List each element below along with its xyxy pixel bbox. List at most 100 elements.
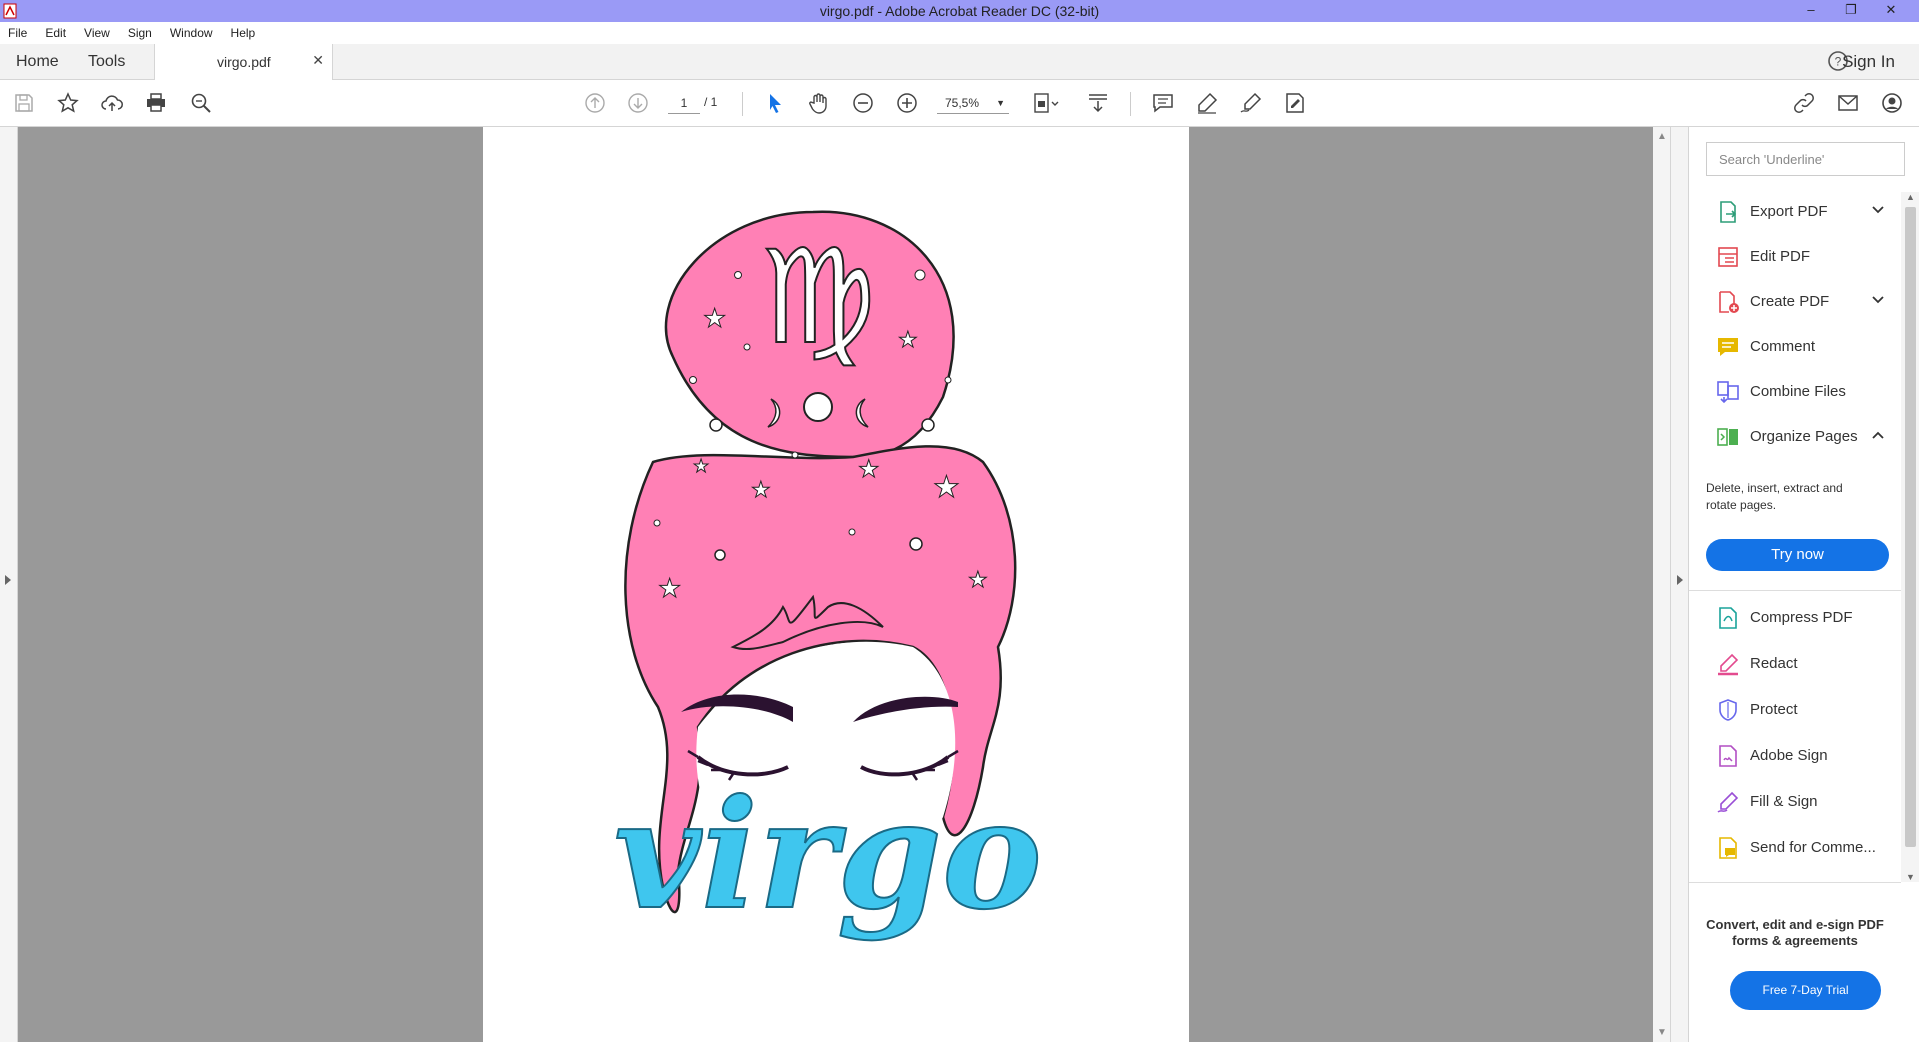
window-titlebar: virgo.pdf - Adobe Acrobat Reader DC (32-… bbox=[0, 0, 1919, 22]
protect-icon bbox=[1719, 699, 1737, 721]
pdf-page[interactable]: ♍ ★ ★ ★ ★ ★ ★ ★ ★ virgo bbox=[483, 127, 1189, 1042]
combine-files-icon bbox=[1717, 381, 1739, 404]
tool-send-for-comment[interactable]: Send for Comme... bbox=[1689, 828, 1901, 868]
fill-sign-icon bbox=[1717, 791, 1739, 813]
tool-label: Organize Pages bbox=[1750, 428, 1858, 445]
tool-combine-files[interactable]: Combine Files bbox=[1689, 372, 1901, 412]
scroll-up-icon[interactable]: ▲ bbox=[1906, 192, 1915, 202]
tool-label: Combine Files bbox=[1750, 383, 1846, 400]
highlight-pen-icon[interactable] bbox=[1194, 90, 1220, 116]
comment-icon[interactable] bbox=[1150, 90, 1176, 116]
zoom-level-value: 75,5% bbox=[945, 96, 980, 110]
print-icon[interactable] bbox=[143, 90, 169, 116]
svg-text:★: ★ bbox=[693, 456, 709, 476]
tool-label: Create PDF bbox=[1750, 293, 1830, 310]
tool-adobe-sign[interactable]: Adobe Sign bbox=[1689, 736, 1901, 776]
tab-document[interactable]: virgo.pdf ✕ bbox=[154, 44, 333, 81]
zoom-in-icon[interactable] bbox=[894, 90, 920, 116]
scroll-thumb[interactable] bbox=[1905, 207, 1916, 847]
menu-sign[interactable]: Sign bbox=[128, 26, 152, 40]
share-link-icon[interactable] bbox=[1791, 90, 1817, 116]
menu-window[interactable]: Window bbox=[170, 26, 213, 40]
sign-pen-icon[interactable] bbox=[1238, 90, 1264, 116]
bookmark-star-icon[interactable] bbox=[55, 90, 81, 116]
scroll-up-icon[interactable]: ▲ bbox=[1657, 131, 1667, 142]
close-window-button[interactable]: ✕ bbox=[1871, 0, 1911, 22]
tool-protect[interactable]: Protect bbox=[1689, 690, 1901, 730]
tool-label: Adobe Sign bbox=[1750, 747, 1828, 764]
scroll-down-icon[interactable]: ▼ bbox=[1906, 872, 1915, 882]
svg-text:★: ★ bbox=[703, 303, 726, 333]
collapse-right-icon bbox=[1677, 575, 1683, 585]
virgo-script-text: virgo bbox=[614, 767, 1042, 943]
tab-tools[interactable]: Tools bbox=[88, 53, 125, 71]
zoom-out-icon[interactable] bbox=[850, 90, 876, 116]
chevron-down-icon[interactable] bbox=[1871, 293, 1885, 307]
svg-text:★: ★ bbox=[898, 327, 918, 352]
window-controls: – ❐ ✕ bbox=[1791, 0, 1911, 22]
scroll-down-icon[interactable]: ▼ bbox=[1657, 1027, 1667, 1038]
hand-tool-icon[interactable] bbox=[806, 90, 832, 116]
page-number-input[interactable]: 1 bbox=[668, 92, 700, 114]
tool-fill-sign[interactable]: Fill & Sign bbox=[1689, 782, 1901, 822]
tool-create-pdf[interactable]: Create PDF bbox=[1689, 282, 1901, 322]
free-trial-button[interactable]: Free 7-Day Trial bbox=[1730, 971, 1881, 1010]
tool-compress-pdf[interactable]: Compress PDF bbox=[1689, 598, 1901, 638]
chevron-down-icon: ▼ bbox=[996, 98, 1005, 108]
tool-edit-pdf[interactable]: Edit PDF bbox=[1689, 237, 1901, 277]
try-now-button[interactable]: Try now bbox=[1706, 539, 1889, 571]
edit-document-icon[interactable] bbox=[1282, 90, 1308, 116]
tool-label: Compress PDF bbox=[1750, 609, 1853, 626]
left-pane-toggle[interactable] bbox=[0, 127, 18, 1042]
upload-cloud-icon[interactable] bbox=[99, 90, 125, 116]
edit-pdf-icon bbox=[1718, 247, 1738, 267]
next-page-icon[interactable] bbox=[625, 90, 651, 116]
previous-page-icon[interactable] bbox=[582, 90, 608, 116]
tools-pane-scrollbar[interactable]: ▲ ▼ bbox=[1901, 192, 1919, 882]
tool-label: Edit PDF bbox=[1750, 248, 1811, 265]
right-pane-toggle[interactable] bbox=[1670, 127, 1688, 1042]
main-toolbar: 1 / 1 75,5% ▼ bbox=[0, 80, 1919, 127]
minimize-button[interactable]: – bbox=[1791, 0, 1831, 22]
tool-organize-pages[interactable]: Organize Pages bbox=[1689, 417, 1901, 457]
tool-label: Redact bbox=[1750, 655, 1798, 672]
tool-redact[interactable]: Redact bbox=[1689, 644, 1901, 684]
comment-icon bbox=[1718, 338, 1738, 356]
zoom-level-select[interactable]: 75,5% ▼ bbox=[937, 92, 1009, 114]
menu-edit[interactable]: Edit bbox=[45, 26, 66, 40]
chevron-down-icon[interactable] bbox=[1871, 203, 1885, 217]
compress-pdf-icon bbox=[1719, 607, 1737, 629]
email-icon[interactable] bbox=[1835, 90, 1861, 116]
virgo-artwork: ♍ ★ ★ ★ ★ ★ ★ ★ ★ virgo bbox=[613, 210, 1043, 944]
select-cursor-icon[interactable] bbox=[762, 90, 788, 116]
tool-export-pdf[interactable]: Export PDF bbox=[1689, 192, 1901, 232]
save-icon[interactable] bbox=[11, 90, 37, 116]
svg-text:?: ? bbox=[1835, 55, 1842, 69]
promo-text: Convert, edit and e-sign PDF forms & agr… bbox=[1706, 917, 1884, 948]
tab-home[interactable]: Home bbox=[16, 53, 59, 71]
menu-view[interactable]: View bbox=[84, 26, 110, 40]
sign-in-link[interactable]: Sign In bbox=[1842, 52, 1895, 72]
svg-text:★: ★ bbox=[751, 477, 771, 502]
pane-divider bbox=[1689, 882, 1901, 883]
tools-search-input[interactable]: Search 'Underline' bbox=[1706, 142, 1905, 176]
restore-button[interactable]: ❐ bbox=[1831, 0, 1871, 22]
zoom-search-icon[interactable] bbox=[188, 90, 214, 116]
account-icon[interactable] bbox=[1879, 90, 1905, 116]
scroll-mode-icon[interactable] bbox=[1085, 90, 1111, 116]
menu-file[interactable]: File bbox=[8, 26, 27, 40]
tool-label: Fill & Sign bbox=[1750, 793, 1818, 810]
document-scrollbar[interactable]: ▲ ▼ bbox=[1653, 127, 1670, 1042]
svg-text:★: ★ bbox=[933, 471, 960, 504]
menu-help[interactable]: Help bbox=[231, 26, 256, 40]
tab-bar: Home Tools virgo.pdf ✕ ? Sign In bbox=[0, 44, 1919, 81]
svg-text:★: ★ bbox=[968, 567, 988, 592]
svg-text:★: ★ bbox=[858, 456, 880, 483]
page-fit-icon[interactable] bbox=[1030, 90, 1064, 116]
tool-comment[interactable]: Comment bbox=[1689, 327, 1901, 367]
send-for-comment-icon bbox=[1719, 837, 1737, 859]
pane-divider bbox=[1689, 590, 1901, 591]
chevron-up-icon[interactable] bbox=[1871, 428, 1885, 442]
tool-label: Protect bbox=[1750, 701, 1798, 718]
close-tab-icon[interactable]: ✕ bbox=[312, 52, 324, 69]
